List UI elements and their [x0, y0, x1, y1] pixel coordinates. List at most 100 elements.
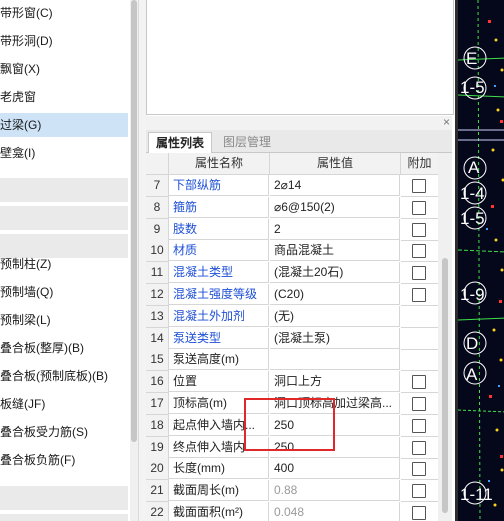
attach-checkbox[interactable]: [412, 506, 426, 520]
attach-checkbox[interactable]: [412, 484, 426, 499]
tree-item[interactable]: 预制墙(Q): [0, 280, 128, 304]
attach-cell: [401, 458, 438, 481]
row-number: 19: [146, 436, 169, 459]
grid-scrollbar[interactable]: [438, 153, 452, 521]
attach-cell: [401, 393, 438, 415]
tree-item[interactable]: 壁龛(I): [0, 141, 128, 165]
property-value[interactable]: (无): [270, 305, 400, 327]
attach-cell: [401, 240, 438, 263]
cad-drawing-canvas[interactable]: E 1-5 A 1-4 1-5 1-9 D A 1-11: [455, 0, 504, 521]
property-value[interactable]: (混凝土20石): [270, 262, 400, 284]
property-row[interactable]: 10 材质 商品混凝土: [146, 240, 438, 263]
tree-item[interactable]: 预制柱(Z): [0, 252, 128, 276]
attach-checkbox[interactable]: [412, 222, 426, 237]
row-number: 15: [146, 349, 169, 372]
cad-axis-label: E: [466, 49, 478, 68]
tree-item[interactable]: 板缝(JF): [0, 392, 128, 416]
attach-checkbox[interactable]: [412, 244, 426, 259]
property-row[interactable]: 19 终点伸入墙内... 250: [146, 436, 438, 459]
property-panel-titlebar: ×: [146, 115, 452, 130]
property-value[interactable]: (混凝土泵): [270, 327, 400, 349]
tree-group-header[interactable]: [0, 206, 128, 230]
attach-checkbox[interactable]: [412, 288, 426, 302]
property-value[interactable]: 商品混凝土: [270, 240, 400, 262]
attach-checkbox[interactable]: [412, 375, 426, 390]
tree-scrollbar-thumb[interactable]: [131, 0, 137, 442]
tree-scrollbar[interactable]: [130, 0, 138, 521]
cad-axis-label: 1-4: [460, 184, 485, 203]
tree-group-header[interactable]: [0, 178, 128, 202]
tree-item[interactable]: 过梁(G): [0, 113, 128, 137]
tree-item[interactable]: 叠合板(预制底板)(B): [0, 364, 128, 388]
grid-scrollbar-thumb[interactable]: [442, 258, 448, 513]
property-row[interactable]: 16 位置 洞口上方: [146, 371, 438, 394]
property-value[interactable]: 400: [270, 458, 400, 480]
property-row[interactable]: 9 肢数 2: [146, 218, 438, 241]
tree-item[interactable]: 叠合板负筋(F): [0, 448, 128, 472]
attach-checkbox[interactable]: [412, 418, 426, 433]
property-name: 长度(mm): [169, 458, 269, 480]
tree-item[interactable]: 带形窗(C): [0, 1, 128, 25]
tree-group-header[interactable]: [0, 514, 128, 521]
property-row[interactable]: 18 起点伸入墙内... 250: [146, 414, 438, 437]
row-number: 13: [146, 305, 169, 328]
property-row[interactable]: 13 混凝土外加剂 (无): [146, 305, 438, 328]
attach-cell: [401, 175, 438, 197]
tab-layer-management[interactable]: 图层管理: [216, 132, 278, 152]
property-value[interactable]: 0.88: [270, 480, 400, 502]
tree-item[interactable]: 预制梁(L): [0, 308, 128, 332]
property-name: 混凝土类型: [169, 262, 269, 284]
tab-property-list[interactable]: 属性列表: [148, 132, 213, 154]
attach-cell: [401, 502, 438, 521]
property-value[interactable]: ⌀6@150(2): [270, 196, 400, 218]
property-value[interactable]: 250: [270, 436, 400, 458]
tree-item[interactable]: 老虎窗: [0, 85, 128, 109]
component-list-pane: [146, 0, 454, 115]
attach-cell: [401, 284, 438, 306]
attach-checkbox[interactable]: [412, 462, 426, 477]
property-name: 位置: [169, 371, 269, 393]
header-row-number: [146, 153, 169, 175]
cad-axis-label: 1-5: [460, 209, 485, 228]
property-name: 起点伸入墙内...: [169, 414, 269, 436]
property-name: 肢数: [169, 218, 269, 240]
tree-item[interactable]: 带形洞(D): [0, 29, 128, 53]
property-value[interactable]: (C20): [270, 284, 400, 305]
property-row[interactable]: 8 箍筋 ⌀6@150(2): [146, 196, 438, 219]
property-value[interactable]: 2: [270, 218, 400, 240]
property-row[interactable]: 14 泵送类型 (混凝土泵): [146, 327, 438, 350]
property-value[interactable]: 2⌀14: [270, 175, 400, 196]
property-row[interactable]: 17 顶标高(m) 洞口顶标高加过梁高...: [146, 393, 438, 415]
property-name: 材质: [169, 240, 269, 262]
property-value[interactable]: 0.048: [270, 502, 400, 521]
property-row[interactable]: 7 下部纵筋 2⌀14: [146, 175, 438, 197]
component-tree: 带形窗(C) 带形洞(D) 飘窗(X) 老虎窗过梁(G) 壁龛(I) 预制柱(Z) 预制墙(…: [0, 0, 128, 521]
property-row[interactable]: 11 混凝土类型 (混凝土20石): [146, 262, 438, 285]
property-value[interactable]: [270, 349, 400, 371]
row-number: 12: [146, 284, 169, 306]
header-attach: 附加: [401, 153, 438, 175]
attach-checkbox[interactable]: [412, 397, 426, 411]
property-value[interactable]: 250: [270, 414, 400, 436]
attach-cell: [401, 219, 438, 241]
tree-item[interactable]: 叠合板受力筋(S): [0, 420, 128, 444]
property-value[interactable]: 洞口顶标高加过梁高...: [270, 393, 400, 414]
property-row[interactable]: 22 截面面积(m²) 0.048: [146, 502, 438, 521]
attach-checkbox[interactable]: [412, 179, 426, 193]
attach-checkbox[interactable]: [412, 266, 426, 281]
close-icon[interactable]: ×: [443, 115, 450, 129]
tree-item[interactable]: 叠合板(整厚)(B): [0, 336, 128, 360]
property-name: 截面周长(m): [169, 480, 269, 502]
property-value[interactable]: 洞口上方: [270, 371, 400, 393]
cad-axis-label: 1-9: [460, 285, 485, 304]
property-row[interactable]: 21 截面周长(m) 0.88: [146, 480, 438, 503]
property-row[interactable]: 20 长度(mm) 400: [146, 458, 438, 481]
property-row[interactable]: 12 混凝土强度等级 (C20): [146, 284, 438, 306]
tree-group-header[interactable]: [0, 486, 128, 510]
property-row[interactable]: 15 泵送高度(m): [146, 349, 438, 372]
attach-checkbox[interactable]: [412, 440, 426, 455]
panel-tabs: 属性列表 图层管理: [146, 130, 452, 154]
row-number: 8: [146, 196, 169, 219]
tree-item[interactable]: 飘窗(X): [0, 57, 128, 81]
attach-checkbox[interactable]: [412, 200, 426, 215]
